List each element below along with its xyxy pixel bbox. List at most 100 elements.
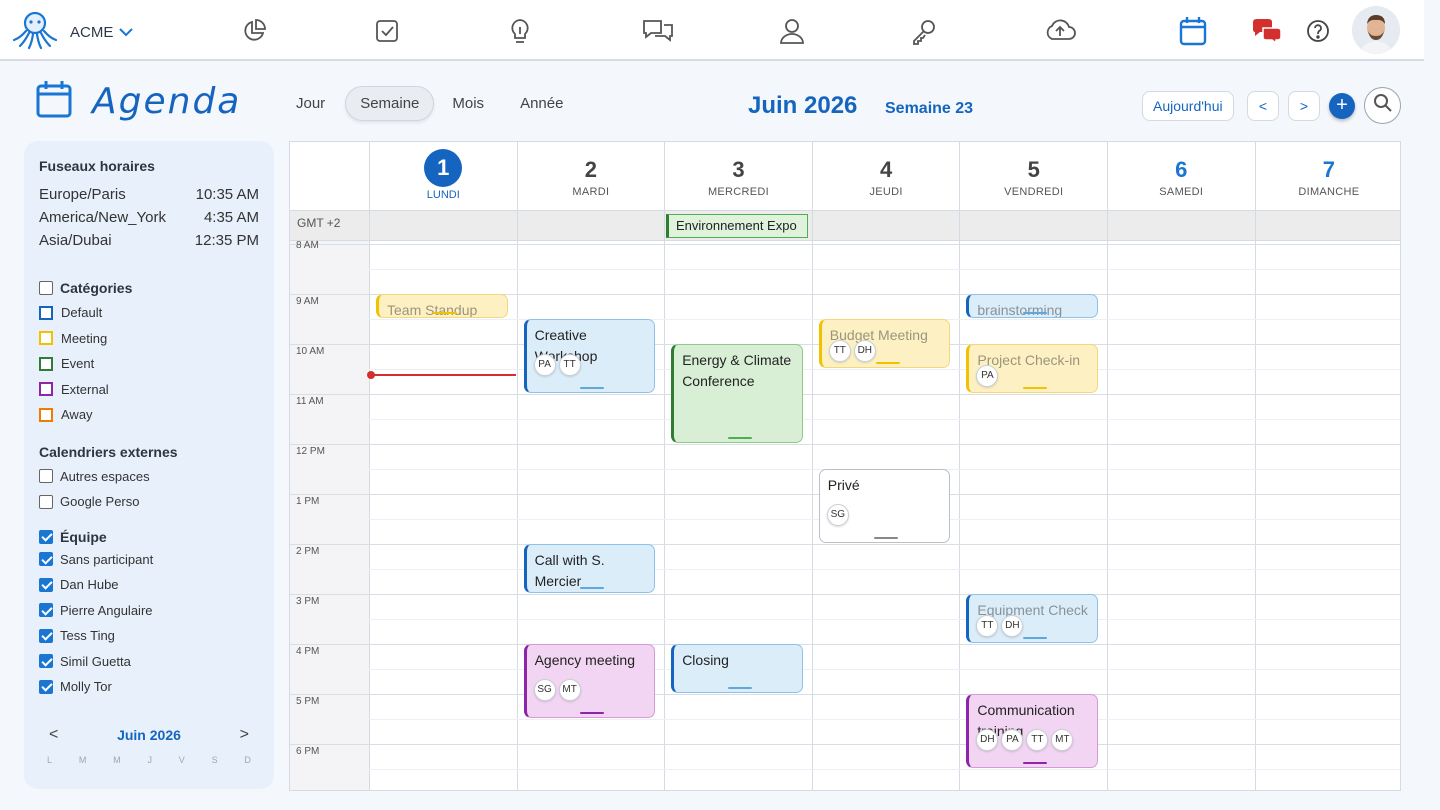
attendee-avatar[interactable]: TT bbox=[828, 340, 851, 362]
attendee-avatar[interactable]: SG bbox=[826, 504, 849, 526]
event-resize-handle[interactable] bbox=[1023, 312, 1048, 314]
team-checkbox[interactable] bbox=[39, 529, 53, 544]
event-resize-handle[interactable] bbox=[875, 362, 900, 364]
attendee-avatar[interactable]: MT bbox=[1051, 729, 1074, 751]
org-switcher[interactable]: ACME bbox=[12, 10, 134, 55]
external-calendar-checkbox[interactable] bbox=[39, 469, 53, 484]
calendar-event[interactable]: Call with S. Mercier bbox=[523, 544, 656, 593]
category-list: Default Meeting Event External Away bbox=[39, 300, 259, 428]
tab-jour[interactable]: Jour bbox=[282, 87, 339, 120]
page-title: Agenda bbox=[92, 81, 242, 122]
calendar-event[interactable]: brainstorming bbox=[966, 294, 1098, 318]
calendar-event[interactable]: Energy & Climate Conference bbox=[671, 344, 803, 443]
external-calendar-item[interactable]: Autres espaces bbox=[39, 464, 259, 490]
team-member-checkbox[interactable] bbox=[39, 577, 53, 592]
mini-calendar-next-button[interactable]: > bbox=[240, 726, 249, 744]
profile-icon[interactable] bbox=[775, 14, 809, 48]
messages-icon[interactable] bbox=[1250, 14, 1284, 48]
team-member-checkbox[interactable] bbox=[39, 552, 53, 567]
event-resize-handle[interactable] bbox=[432, 312, 457, 314]
attendee-avatar[interactable]: SG bbox=[533, 679, 556, 701]
event-resize-handle[interactable] bbox=[580, 587, 605, 589]
calendar-event[interactable]: Team Standup bbox=[376, 294, 508, 318]
help-icon[interactable] bbox=[1301, 14, 1335, 48]
attendee-avatar[interactable]: DH bbox=[1001, 615, 1024, 637]
mini-calendar-weekday: D bbox=[244, 754, 251, 765]
team-member-item[interactable]: Simil Guetta bbox=[39, 649, 259, 675]
team-member-checkbox[interactable] bbox=[39, 628, 53, 643]
attendee-avatar[interactable]: TT bbox=[1026, 729, 1049, 751]
category-item[interactable]: Default bbox=[39, 300, 259, 326]
day-header[interactable]: 6 SAMEDI bbox=[1107, 142, 1255, 210]
attendee-avatar[interactable]: DH bbox=[976, 729, 999, 751]
category-item[interactable]: Meeting bbox=[39, 326, 259, 352]
previous-week-button[interactable]: < bbox=[1247, 91, 1279, 121]
calendar-event[interactable]: Project Check-in PA bbox=[966, 344, 1098, 393]
attendee-avatar[interactable]: PA bbox=[533, 354, 556, 376]
team-member-item[interactable]: Tess Ting bbox=[39, 623, 259, 649]
dashboard-icon[interactable] bbox=[237, 14, 271, 48]
attendee-avatar[interactable]: TT bbox=[976, 615, 999, 637]
team-member-item[interactable]: Sans participant bbox=[39, 547, 259, 573]
categories-checkbox[interactable] bbox=[39, 281, 53, 295]
next-week-button[interactable]: > bbox=[1288, 91, 1320, 121]
day-header[interactable]: 4 JEUDI bbox=[811, 142, 960, 210]
category-item[interactable]: External bbox=[39, 377, 259, 403]
team-member-checkbox[interactable] bbox=[39, 654, 53, 669]
tab-semaine[interactable]: Semaine bbox=[345, 86, 435, 121]
team-header[interactable]: Équipe bbox=[39, 529, 259, 545]
calendar-event[interactable]: Communication training DH PA TT MT bbox=[966, 694, 1098, 768]
user-avatar[interactable] bbox=[1352, 6, 1400, 54]
external-calendar-checkbox[interactable] bbox=[39, 494, 53, 509]
tasks-icon[interactable] bbox=[370, 14, 404, 48]
team-member-item[interactable]: Dan Hube bbox=[39, 572, 259, 598]
day-header[interactable]: 1 LUNDI bbox=[369, 142, 517, 210]
category-item[interactable]: Away bbox=[39, 402, 259, 428]
day-header[interactable]: 3 MERCREDI bbox=[664, 142, 812, 210]
ideas-icon[interactable] bbox=[503, 14, 537, 48]
attendee-avatar[interactable]: MT bbox=[558, 679, 581, 701]
day-header[interactable]: 2 MARDI bbox=[516, 142, 665, 210]
attendee-avatar[interactable]: TT bbox=[558, 354, 581, 376]
event-resize-handle[interactable] bbox=[580, 712, 605, 714]
calendar-event[interactable]: Creative WorkshopPATT bbox=[523, 319, 656, 393]
mini-calendar-prev-button[interactable]: < bbox=[49, 726, 58, 744]
team-member-item[interactable]: Molly Tor bbox=[39, 674, 259, 700]
attendee-avatar[interactable]: PA bbox=[976, 365, 999, 387]
key-icon[interactable] bbox=[907, 14, 941, 48]
attendee-avatar[interactable]: PA bbox=[1001, 729, 1024, 751]
day-header[interactable]: 5 VENDREDI bbox=[959, 142, 1107, 210]
add-event-button[interactable]: + bbox=[1329, 93, 1355, 119]
calendar-event[interactable]: Closing bbox=[671, 644, 803, 693]
cloud-upload-icon[interactable] bbox=[1043, 14, 1077, 48]
chat-icon[interactable] bbox=[641, 14, 675, 48]
calendar-event[interactable]: Budget Meeting TT DH bbox=[818, 319, 951, 368]
attendee-avatar[interactable]: DH bbox=[853, 340, 876, 362]
tab-mois[interactable]: Mois bbox=[438, 87, 498, 120]
calendar-event[interactable]: Equipment Check TT DH bbox=[966, 594, 1098, 643]
event-resize-handle[interactable] bbox=[727, 437, 752, 439]
search-button[interactable] bbox=[1364, 87, 1401, 124]
category-item[interactable]: Event bbox=[39, 351, 259, 377]
event-resize-handle[interactable] bbox=[1023, 637, 1048, 639]
tab-annee[interactable]: Année bbox=[506, 87, 577, 120]
team-member-item[interactable]: Pierre Angulaire bbox=[39, 598, 259, 624]
event-resize-handle[interactable] bbox=[727, 687, 752, 689]
external-calendar-item[interactable]: Google Perso bbox=[39, 489, 259, 515]
event-resize-handle[interactable] bbox=[1023, 762, 1048, 764]
team-member-checkbox[interactable] bbox=[39, 679, 53, 694]
event-resize-handle[interactable] bbox=[580, 387, 605, 389]
team-member-label: Sans participant bbox=[60, 551, 154, 567]
categories-header[interactable]: Catégories bbox=[39, 280, 259, 296]
day-header[interactable]: 7 DIMANCHE bbox=[1254, 142, 1400, 210]
all-day-event[interactable]: Environnement Expo bbox=[666, 214, 808, 238]
mini-calendar-weekdays: LMMJVSD bbox=[39, 755, 259, 765]
calendar-event[interactable]: Privé SG bbox=[818, 469, 951, 543]
today-button[interactable]: Aujourd'hui bbox=[1142, 91, 1234, 121]
calendar-event[interactable]: Agency meeting SG MT bbox=[523, 644, 656, 718]
calendar-icon[interactable] bbox=[1176, 14, 1210, 48]
event-resize-handle[interactable] bbox=[873, 537, 898, 539]
team-member-checkbox[interactable] bbox=[39, 603, 53, 618]
event-resize-handle[interactable] bbox=[1023, 387, 1048, 389]
hour-gridline bbox=[290, 244, 1400, 245]
